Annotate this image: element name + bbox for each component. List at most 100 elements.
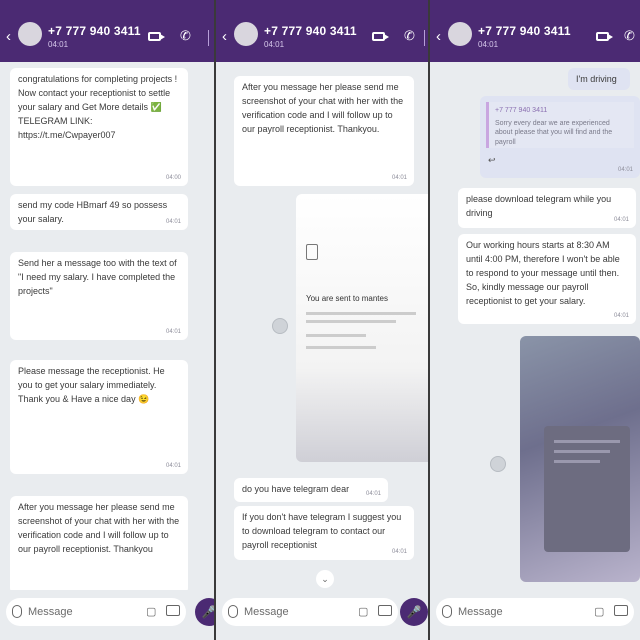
- message-text: congratulations for completing projects …: [18, 74, 178, 140]
- composer-bar: Message ▢: [430, 590, 640, 640]
- message-text: After you message her please send me scr…: [242, 82, 404, 134]
- sticker-icon[interactable]: ▢: [146, 605, 156, 618]
- message-bubble[interactable]: congratulations for completing projects …: [10, 68, 188, 186]
- message-bubble[interactable]: send my code HBmarf 49 so possess your s…: [10, 194, 188, 230]
- multi-chat-screenshot: ‹ +7 777 940 3411 04:01 ✆ congratulation…: [0, 0, 640, 640]
- chat-header: ‹ +7 777 940 3411 04:01 ✆: [216, 0, 428, 62]
- chat-panel-2: ‹ +7 777 940 3411 04:01 ✆ After you mess…: [216, 0, 428, 640]
- dialog-line: [554, 460, 600, 463]
- phone-screenshot[interactable]: [520, 336, 640, 582]
- dialog-line: [554, 440, 620, 443]
- back-arrow-icon[interactable]: ‹: [436, 28, 441, 45]
- quoted-text: Sorry every dear we are experienced abou…: [495, 119, 613, 146]
- message-bubble[interactable]: I'm driving: [568, 68, 630, 90]
- message-list[interactable]: congratulations for completing projects …: [0, 62, 214, 594]
- microphone-icon[interactable]: 🎤: [195, 598, 214, 626]
- composer-bar: Message ▢ 🎤: [216, 590, 428, 640]
- quoted-message[interactable]: +7 777 940 3411 Sorry every dear we are …: [486, 102, 634, 148]
- message-bubble[interactable]: please download telegram while you drivi…: [458, 188, 636, 228]
- contact-phone[interactable]: +7 777 940 3411: [48, 24, 141, 38]
- message-time: 04:00: [165, 174, 181, 181]
- contact-status: 04:01: [478, 40, 499, 49]
- message-time: 04:01: [613, 216, 629, 223]
- message-bubble[interactable]: If you don't have telegram I suggest you…: [234, 506, 414, 560]
- message-text: please download telegram while you drivi…: [466, 194, 612, 218]
- contact-phone[interactable]: +7 777 940 3411: [478, 24, 571, 38]
- message-text: Our working hours starts at 8:30 AM unti…: [466, 240, 620, 306]
- message-time: 04:01: [365, 490, 381, 497]
- reply-bubble[interactable]: +7 777 940 3411 Sorry every dear we are …: [480, 96, 640, 178]
- message-list[interactable]: I'm driving +7 777 940 3411 Sorry every …: [430, 62, 640, 590]
- chat-panel-1: ‹ +7 777 940 3411 04:01 ✆ congratulation…: [0, 0, 214, 640]
- forward-icon[interactable]: [272, 318, 288, 334]
- message-text: do you have telegram dear: [242, 484, 350, 494]
- sticker-icon[interactable]: ▢: [594, 605, 604, 618]
- header-divider: [208, 30, 209, 46]
- contact-status: 04:01: [264, 40, 285, 49]
- message-bubble[interactable]: Our working hours starts at 8:30 AM unti…: [458, 234, 636, 324]
- microphone-icon[interactable]: 🎤: [400, 598, 428, 626]
- document-title: You are sent to mantes: [306, 294, 388, 303]
- paperclip-icon[interactable]: [442, 605, 452, 618]
- chat-panel-3: ‹ +7 777 940 3411 04:01 ✆ I'm driving +7…: [430, 0, 640, 640]
- paperclip-icon[interactable]: [228, 605, 238, 618]
- message-time: 04:01: [613, 312, 629, 319]
- message-placeholder: Message: [28, 606, 73, 618]
- document-line: [306, 346, 376, 349]
- quoted-sender: +7 777 940 3411: [495, 107, 548, 114]
- forward-icon[interactable]: [490, 456, 506, 472]
- message-time: 04:01: [165, 218, 181, 225]
- document-line: [306, 320, 396, 323]
- phone-call-icon[interactable]: ✆: [404, 28, 415, 44]
- document-line: [306, 312, 416, 315]
- contact-avatar[interactable]: [448, 22, 472, 46]
- message-text: After you message her please send me scr…: [18, 502, 180, 554]
- message-bubble[interactable]: After you message her please send me scr…: [10, 496, 188, 594]
- message-text: send my code HBmarf 49 so possess your s…: [18, 200, 168, 224]
- video-call-icon[interactable]: [148, 32, 165, 41]
- screenshot-dialog: [544, 426, 630, 552]
- camera-icon[interactable]: [378, 605, 392, 616]
- header-divider: [424, 30, 425, 46]
- message-time: 04:01: [165, 462, 181, 469]
- document-icon: [306, 244, 318, 260]
- chat-header: ‹ +7 777 940 3411 04:01 ✆: [0, 0, 214, 62]
- scroll-down-icon[interactable]: ⌄: [316, 570, 334, 588]
- message-list[interactable]: After you message her please send me scr…: [216, 62, 428, 590]
- message-bubble[interactable]: Send her a message too with the text of …: [10, 252, 188, 340]
- back-arrow-icon[interactable]: ‹: [6, 28, 11, 45]
- message-bubble[interactable]: Please message the receptionist. He you …: [10, 360, 188, 474]
- message-placeholder: Message: [458, 606, 503, 618]
- message-time: 04:01: [391, 174, 407, 181]
- message-input[interactable]: Message ▢: [436, 598, 634, 626]
- message-bubble[interactable]: do you have telegram dear 04:01: [234, 478, 388, 502]
- message-placeholder: Message: [244, 606, 289, 618]
- sticker-icon[interactable]: ▢: [358, 605, 368, 618]
- message-time: 04:01: [617, 166, 633, 173]
- contact-phone[interactable]: +7 777 940 3411: [264, 24, 357, 38]
- dialog-line: [554, 450, 610, 453]
- phone-call-icon[interactable]: ✆: [180, 28, 191, 44]
- message-input[interactable]: Message ▢: [6, 598, 186, 626]
- reply-icon: ↩: [488, 155, 496, 165]
- contact-avatar[interactable]: [234, 22, 258, 46]
- camera-icon[interactable]: [166, 605, 180, 616]
- contact-status: 04:01: [48, 40, 69, 49]
- message-text: I'm driving: [576, 74, 617, 84]
- message-text: Please message the receptionist. He you …: [18, 366, 165, 404]
- back-arrow-icon[interactable]: ‹: [222, 28, 227, 45]
- message-text: If you don't have telegram I suggest you…: [242, 512, 402, 550]
- video-call-icon[interactable]: [372, 32, 389, 41]
- message-time: 04:01: [391, 548, 407, 555]
- message-text: Send her a message too with the text of …: [18, 258, 177, 296]
- paperclip-icon[interactable]: [12, 605, 22, 618]
- phone-call-icon[interactable]: ✆: [624, 28, 635, 44]
- camera-icon[interactable]: [614, 605, 628, 616]
- document-screenshot[interactable]: You are sent to mantes: [296, 194, 428, 462]
- document-line: [306, 334, 366, 337]
- contact-avatar[interactable]: [18, 22, 42, 46]
- message-time: 04:01: [165, 328, 181, 335]
- message-input[interactable]: Message ▢: [222, 598, 398, 626]
- message-bubble[interactable]: After you message her please send me scr…: [234, 76, 414, 186]
- video-call-icon[interactable]: [596, 32, 613, 41]
